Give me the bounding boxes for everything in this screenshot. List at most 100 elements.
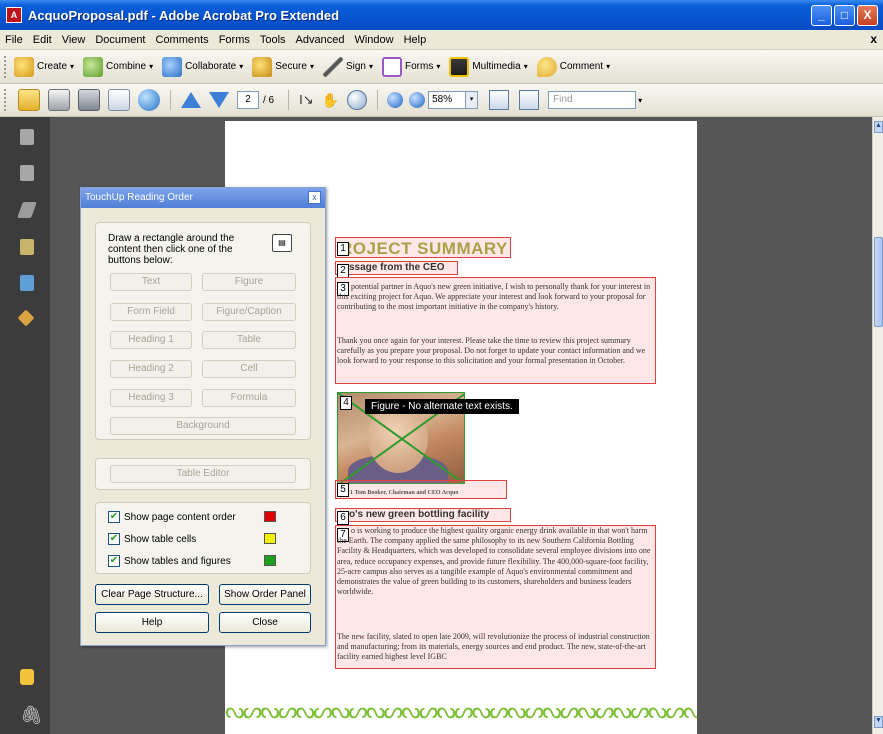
find-input[interactable]: Find — [548, 91, 637, 109]
clear-page-structure-button[interactable]: Clear Page Structure... — [95, 584, 209, 605]
collaborate-button[interactable]: Collaborate ▾ — [162, 56, 243, 77]
menu-forms[interactable]: Forms — [214, 30, 255, 50]
background-button[interactable]: Background — [110, 417, 296, 435]
heading1-button[interactable]: Heading 1 — [110, 331, 192, 349]
minimize-button[interactable]: _ — [811, 4, 832, 26]
doc-subheading-ceo: ssage from the CEO — [349, 262, 445, 273]
scroll-down-icon[interactable]: ▼ — [874, 716, 883, 728]
figures-color-swatch[interactable] — [264, 555, 276, 566]
menu-document[interactable]: Document — [90, 30, 150, 50]
comments-icon[interactable] — [20, 669, 34, 685]
heading2-button[interactable]: Heading 2 — [110, 360, 192, 378]
menu-file[interactable]: File — [0, 30, 28, 50]
next-page-icon[interactable] — [209, 92, 229, 108]
show-order-panel-button[interactable]: Show Order Panel — [219, 584, 311, 605]
dialog-close-button[interactable]: Close — [219, 612, 311, 633]
help-button[interactable]: Help — [95, 612, 209, 633]
print-icon[interactable] — [48, 89, 70, 111]
signatures-icon[interactable] — [17, 202, 37, 218]
multimedia-button[interactable]: Multimedia ▾ — [449, 56, 528, 77]
text-button[interactable]: Text — [110, 273, 192, 291]
chevron-down-icon: ▾ — [606, 62, 611, 71]
scroll-up-icon[interactable]: ▲ — [874, 121, 883, 133]
select-text-icon[interactable]: I↘ — [299, 92, 314, 108]
zoom-out-icon[interactable] — [387, 92, 404, 108]
figure-caption-button[interactable]: Figure/Caption — [202, 303, 296, 321]
doc-paragraph-3: o is working to produce the highest qual… — [337, 526, 651, 597]
page-number-input[interactable]: 2 — [237, 91, 259, 109]
forms-icon — [381, 56, 402, 77]
menu-window[interactable]: Window — [349, 30, 398, 50]
table-editor-button[interactable]: Table Editor — [110, 465, 296, 483]
combine-icon — [83, 56, 104, 77]
zoom-icon[interactable] — [347, 90, 368, 110]
comment-button[interactable]: Comment ▾ — [536, 56, 611, 77]
show-page-content-order-checkbox[interactable]: ✔ — [108, 511, 120, 523]
model-tree-icon[interactable] — [20, 275, 34, 291]
scroll-thumb[interactable] — [874, 237, 883, 327]
previous-page-icon[interactable] — [181, 92, 201, 108]
save-icon[interactable] — [78, 89, 100, 111]
toolbar-grip[interactable] — [4, 89, 8, 111]
create-button[interactable]: Create ▾ — [14, 56, 74, 77]
page-total: / 6 — [263, 94, 275, 106]
paperclip-icon[interactable]: 🖇 — [20, 705, 43, 725]
fit-page-icon[interactable] — [519, 90, 540, 110]
navigation-toolbar: 2 / 6 I↘ ✋ 58% ▾ Find ▾ — [0, 84, 883, 117]
order-number-2: 2 — [337, 264, 349, 278]
zoom-level-input[interactable]: 58% — [428, 91, 467, 109]
maximize-button[interactable]: □ — [834, 4, 855, 26]
hand-icon[interactable]: ✋ — [322, 92, 339, 109]
show-page-content-order-row[interactable]: ✔ Show page content order — [108, 509, 236, 525]
lock-icon — [252, 56, 273, 77]
separator — [288, 90, 290, 110]
multimedia-label: Multimedia — [472, 61, 521, 72]
menu-comments[interactable]: Comments — [151, 30, 214, 50]
toolbar-grip[interactable] — [4, 55, 8, 78]
formula-button[interactable]: Formula — [202, 389, 296, 407]
email-icon[interactable] — [108, 89, 130, 111]
tags-icon[interactable] — [17, 309, 35, 327]
show-table-cells-checkbox[interactable]: ✔ — [108, 533, 120, 545]
menu-advanced[interactable]: Advanced — [291, 30, 350, 50]
form-field-button[interactable]: Form Field — [110, 303, 192, 321]
menu-help[interactable]: Help — [399, 30, 432, 50]
order-color-swatch[interactable] — [264, 511, 276, 522]
chevron-down-icon: ▾ — [436, 62, 441, 71]
figure-button[interactable]: Figure — [202, 273, 296, 291]
content-icon[interactable] — [20, 239, 34, 255]
table-button[interactable]: Table — [202, 331, 296, 349]
vertical-scrollbar[interactable]: ▲ ▼ — [872, 117, 883, 734]
close-button[interactable]: X — [857, 4, 878, 26]
pen-icon — [322, 56, 343, 77]
zoom-dropdown-icon[interactable]: ▾ — [466, 91, 479, 109]
menu-tools[interactable]: Tools — [255, 30, 291, 50]
figure-tooltip: Figure - No alternate text exists. — [365, 399, 519, 414]
sign-button[interactable]: Sign ▾ — [322, 56, 373, 77]
show-order-icon[interactable]: ▤ — [272, 234, 292, 252]
show-table-cells-row[interactable]: ✔ Show table cells — [108, 531, 196, 547]
open-folder-icon[interactable] — [18, 89, 40, 111]
forms-button[interactable]: Forms ▾ — [381, 56, 441, 77]
zoom-in-icon[interactable] — [409, 92, 426, 108]
cells-color-swatch[interactable] — [264, 533, 276, 544]
secure-button[interactable]: Secure ▾ — [252, 56, 314, 77]
pages-icon[interactable] — [20, 129, 34, 145]
web-icon[interactable] — [138, 89, 160, 111]
cell-button[interactable]: Cell — [202, 360, 296, 378]
bookmarks-icon[interactable] — [20, 165, 34, 181]
find-dropdown-icon[interactable]: ▾ — [638, 96, 646, 105]
menu-edit[interactable]: Edit — [28, 30, 57, 50]
dialog-close-icon[interactable]: x — [308, 191, 321, 204]
show-tables-figures-row[interactable]: ✔ Show tables and figures — [108, 553, 231, 569]
instructions-text: Draw a rectangle around the content then… — [108, 233, 235, 266]
doc-subheading-facility: o's new green bottling facility — [349, 509, 490, 520]
fit-width-icon[interactable] — [489, 90, 510, 110]
order-number-4: 4 — [340, 396, 352, 410]
menu-close-icon[interactable]: x — [870, 32, 877, 46]
heading3-button[interactable]: Heading 3 — [110, 389, 192, 407]
combine-button[interactable]: Combine ▾ — [83, 56, 153, 77]
menu-view[interactable]: View — [57, 30, 91, 50]
dialog-title-bar[interactable]: TouchUp Reading Order x — [81, 188, 325, 208]
show-tables-figures-checkbox[interactable]: ✔ — [108, 555, 120, 567]
